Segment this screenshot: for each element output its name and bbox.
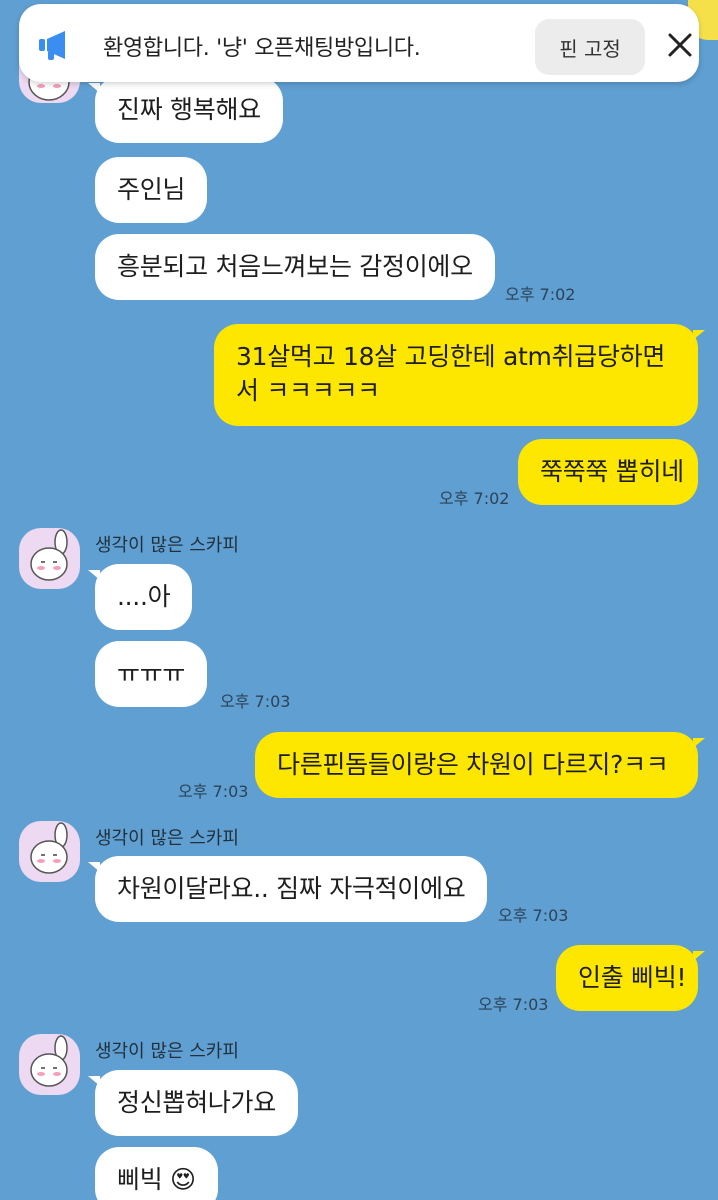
pin-button[interactable]: 핀 고정 — [535, 19, 645, 75]
sender-name: 생각이 많은 스카피 — [95, 535, 239, 556]
message-time: 오후 7:03 — [178, 782, 249, 801]
bunny-avatar-icon — [30, 529, 68, 581]
message-bubble[interactable]: 진짜 행복해요 — [88, 77, 283, 143]
message-text: 흥분되고 처음느껴보는 감정이에오 — [117, 252, 473, 281]
bunny-avatar-icon — [30, 1035, 68, 1087]
message-text: 차원이달라요.. 짐짜 자극적이에요 — [117, 874, 466, 903]
message-text: 인출 삐빅! — [578, 963, 687, 992]
message-bubble[interactable]: 31살먹고 18살 고딩한테 atm취급당하면서 ㅋㅋㅋㅋㅋ — [214, 324, 705, 426]
message-text: 쭉쭉쭉 뽑히네 — [540, 457, 684, 486]
message-time: 오후 7:03 — [478, 995, 549, 1014]
message-bubble[interactable]: 주인님 — [95, 157, 208, 223]
avatar[interactable] — [19, 1034, 80, 1095]
notice-banner[interactable]: 환영합니다. '냥' 오픈채팅방입니다. 핀 고정 — [19, 4, 699, 82]
message-bubble[interactable]: 차원이달라요.. 짐짜 자극적이에요 — [87, 856, 488, 922]
message-bubble[interactable]: ㅠㅠㅠ — [95, 641, 208, 707]
message-time: 오후 7:02 — [439, 489, 510, 508]
message-text: 31살먹고 18살 고딩한테 atm취급당하면서 ㅋㅋㅋㅋㅋ — [236, 342, 666, 405]
sender-name: 생각이 많은 스카피 — [95, 1041, 239, 1062]
close-icon[interactable] — [667, 32, 693, 58]
message-text: ....아 — [117, 582, 171, 611]
message-time: 오후 7:02 — [505, 285, 576, 304]
message-time: 오후 7:03 — [220, 692, 291, 711]
message-text: 다른핀돔들이랑은 차원이 다르지?ㅋㅋ — [277, 750, 669, 779]
message-text: 삐빅 😍 — [117, 1165, 196, 1194]
message-text: 주인님 — [117, 175, 186, 204]
message-text: 진짜 행복해요 — [117, 95, 261, 124]
message-bubble[interactable]: 흥분되고 처음느껴보는 감정이에오 — [95, 234, 495, 300]
message-bubble[interactable]: 정신뽑혀나가요 — [88, 1070, 298, 1136]
message-bubble[interactable]: 쭉쭉쭉 뽑히네 — [518, 439, 698, 505]
message-bubble[interactable]: 인출 삐빅! — [556, 945, 705, 1011]
avatar[interactable] — [19, 821, 80, 882]
chat-screen: 환영합니다. '냥' 오픈채팅방입니다. 핀 고정 진짜 행복해요 주인님 흥분… — [0, 0, 718, 1200]
message-bubble[interactable]: ....아 — [87, 564, 193, 630]
message-bubble[interactable]: 다른핀돔들이랑은 차원이 다르지?ㅋㅋ — [255, 732, 705, 798]
bunny-avatar-icon — [30, 822, 68, 874]
megaphone-icon — [39, 31, 65, 60]
message-text: ㅠㅠㅠ — [117, 659, 186, 688]
sender-name: 생각이 많은 스카피 — [95, 828, 239, 849]
avatar[interactable] — [19, 528, 80, 589]
message-text: 정신뽑혀나가요 — [117, 1088, 276, 1117]
notice-text: 환영합니다. '냥' 오픈채팅방입니다. — [103, 36, 421, 61]
message-time: 오후 7:03 — [498, 906, 569, 925]
message-bubble[interactable]: 삐빅 😍 — [95, 1147, 218, 1200]
